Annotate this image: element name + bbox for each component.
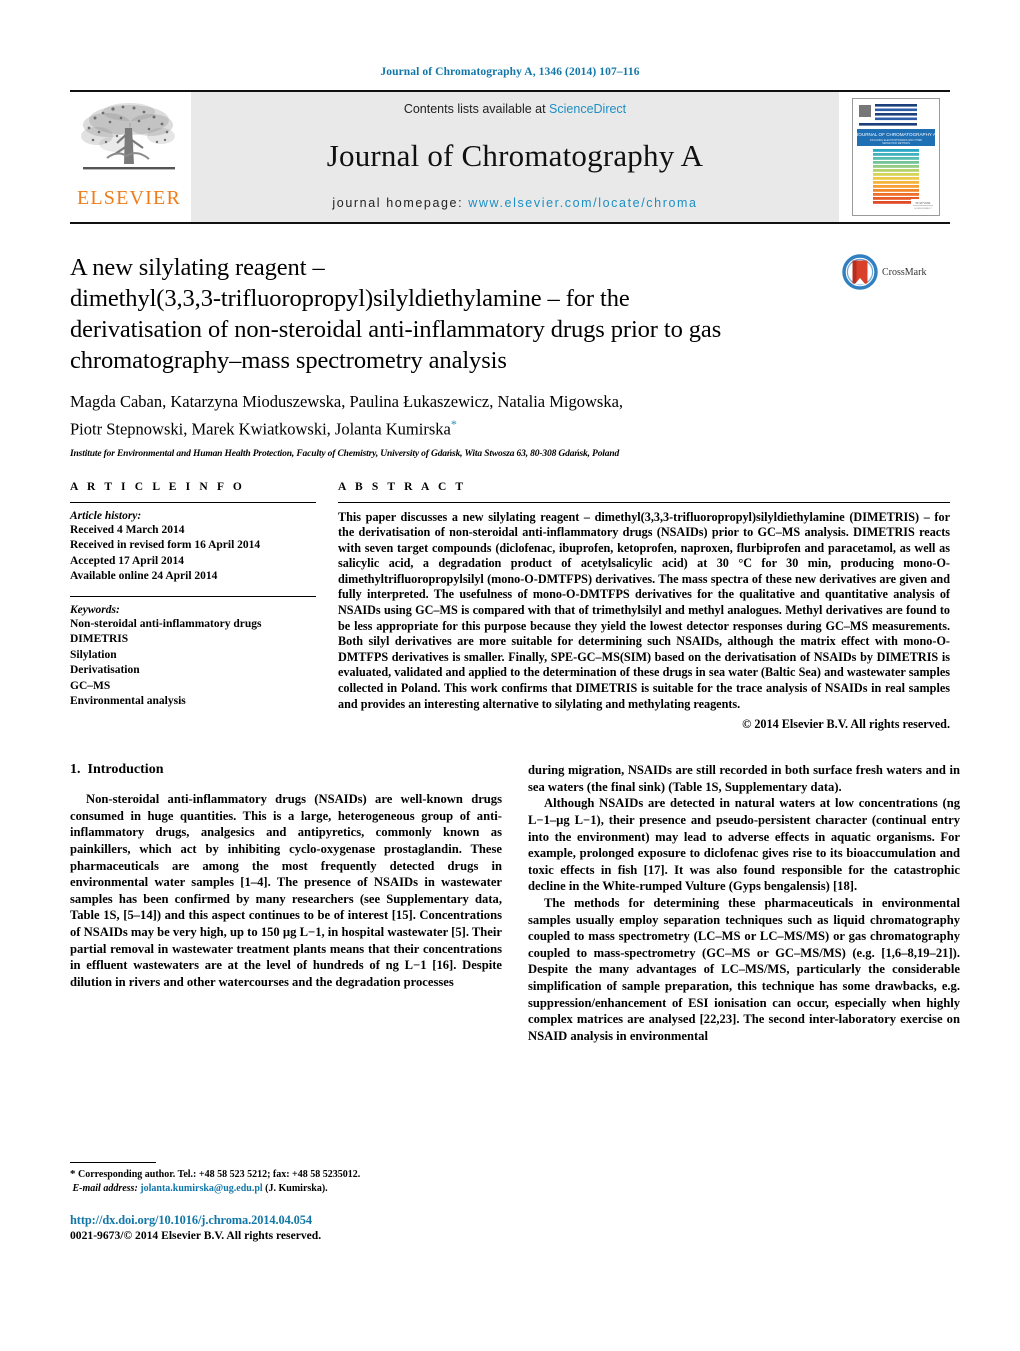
title-line-4: chromatography–mass spectrometry analysi… <box>70 347 507 374</box>
homepage-link[interactable]: www.elsevier.com/locate/chroma <box>468 196 697 210</box>
sciencedirect-banner: Contents lists available at ScienceDirec… <box>191 92 839 222</box>
article-info-column: A R T I C L E I N F O Article history: R… <box>70 481 316 733</box>
journal-cover-thumbnail: JOURNAL OF CHROMATOGRAPHY A INCLUDING EL… <box>852 98 940 216</box>
title-line-1: A new silylating reagent – <box>70 254 325 281</box>
abstract-copyright: © 2014 Elsevier B.V. All rights reserved… <box>742 717 950 732</box>
article-history-label: Article history: <box>70 509 142 522</box>
footnote-star: * <box>70 1168 76 1180</box>
doi-link[interactable]: http://dx.doi.org/10.1016/j.chroma.2014.… <box>70 1213 530 1228</box>
article-info-heading: A R T I C L E I N F O <box>70 480 245 493</box>
divider <box>70 595 316 597</box>
history-item: Available online 24 April 2014 <box>70 570 218 582</box>
svg-text:JOURNAL OF CHROMATOGRAPHY A: JOURNAL OF CHROMATOGRAPHY A <box>856 132 937 137</box>
svg-text:SCIENCEDIRECT: SCIENCEDIRECT <box>914 208 933 210</box>
elsevier-logo: ELSEVIER <box>70 92 188 222</box>
contents-prefix: Contents lists available at <box>403 102 550 116</box>
keyword-item: Environmental analysis <box>70 695 186 707</box>
journal-homepage-line: journal homepage: www.elsevier.com/locat… <box>332 196 697 210</box>
abstract-column: A B S T R A C T This paper discusses a n… <box>338 481 950 733</box>
abstract-heading: A B S T R A C T <box>338 480 467 493</box>
article-page: Journal of Chromatography A, 1346 (2014)… <box>0 0 1020 1351</box>
running-head: Journal of Chromatography A, 1346 (2014)… <box>380 66 640 78</box>
keyword-item: Derivatisation <box>70 664 140 676</box>
sciencedirect-link[interactable]: ScienceDirect <box>549 102 626 116</box>
email-link[interactable]: jolanta.kumirska@ug.edu.pl <box>140 1183 262 1194</box>
history-item: Received 4 March 2014 <box>70 523 185 536</box>
journal-cover-block: JOURNAL OF CHROMATOGRAPHY A INCLUDING EL… <box>842 92 950 222</box>
author-list: Magda Caban, Katarzyna Mioduszewska, Pau… <box>70 390 950 441</box>
contents-list-line: Contents lists available at ScienceDirec… <box>404 102 626 116</box>
issn-copyright-line: 0021-9673/© 2014 Elsevier B.V. All right… <box>70 1229 322 1242</box>
crossmark-icon <box>842 254 878 290</box>
section-heading-introduction: 1. Introduction <box>70 762 502 778</box>
email-owner: (J. Kumirska). <box>265 1182 328 1194</box>
doi-block: http://dx.doi.org/10.1016/j.chroma.2014.… <box>70 1213 530 1242</box>
title-line-3: derivatisation of non-steroidal anti-inf… <box>70 316 722 343</box>
divider <box>338 501 950 503</box>
title-line-2: dimethyl(3,3,3-trifluoropropyl)silyldiet… <box>70 285 630 312</box>
footnote-email-line: E-mail address: jolanta.kumirska@ug.edu.… <box>70 1182 502 1196</box>
elsevier-wordmark: ELSEVIER <box>76 187 182 209</box>
divider <box>70 501 316 503</box>
svg-text:ELSEVIER: ELSEVIER <box>915 201 931 205</box>
paragraph: The methods for determining these pharma… <box>528 895 960 1043</box>
keywords-label: Keywords: <box>70 603 120 616</box>
keyword-item: Non-steroidal anti-inflammatory drugs <box>70 617 262 630</box>
history-item: Accepted 17 April 2014 <box>70 554 185 567</box>
footnote-contact: * Corresponding author. Tel.: +48 58 523… <box>70 1168 502 1182</box>
body-column-right: during migration, NSAIDs are still recor… <box>528 762 960 1162</box>
page-title: A new silylating reagent – dimethyl(3,3,… <box>70 252 950 376</box>
corresponding-author-footnote: * Corresponding author. Tel.: +48 58 523… <box>70 1162 502 1195</box>
crossmark-label: CrossMark <box>882 266 927 278</box>
paragraph: Non-steroidal anti-inflammatory drugs (N… <box>70 792 502 989</box>
authors-line-1: Magda Caban, Katarzyna Mioduszewska, Pau… <box>70 392 624 411</box>
section-title: Introduction <box>87 762 164 778</box>
paragraph: Although NSAIDs are detected in natural … <box>528 796 960 894</box>
affiliation: Institute for Environmental and Human He… <box>70 448 620 459</box>
cover-artwork-icon: JOURNAL OF CHROMATOGRAPHY A INCLUDING EL… <box>853 99 939 215</box>
homepage-prefix: journal homepage: <box>332 196 469 210</box>
footnote-rule <box>70 1162 156 1163</box>
crossmark-badge[interactable]: CrossMark <box>842 254 950 290</box>
journal-title: Journal of Chromatography A <box>326 138 704 173</box>
corresponding-author-marker: * <box>450 417 457 431</box>
keyword-item: GC–MS <box>70 679 111 692</box>
section-number: 1. <box>70 762 81 778</box>
svg-text:SEPARATION METHODS: SEPARATION METHODS <box>882 142 910 145</box>
abstract-text: This paper discusses a new silylating re… <box>338 509 950 711</box>
journal-masthead: ELSEVIER Contents lists available at Sci… <box>70 90 950 224</box>
info-abstract-region: A R T I C L E I N F O Article history: R… <box>70 481 950 733</box>
title-block: A new silylating reagent – dimethyl(3,3,… <box>70 252 950 376</box>
elsevier-tree-icon <box>81 103 175 170</box>
paragraph: during migration, NSAIDs are still recor… <box>528 763 960 794</box>
body-columns: 1. Introduction Non-steroidal anti-infla… <box>70 762 960 1162</box>
authors-line-2: Piotr Stepnowski, Marek Kwiatkowski, Jol… <box>70 419 451 439</box>
history-item: Received in revised form 16 April 2014 <box>70 539 261 551</box>
keyword-item: Silylation <box>70 648 117 661</box>
email-label: E-mail address: <box>72 1182 138 1194</box>
footnote-corresponding-text: Corresponding author. Tel.: +48 58 523 5… <box>78 1169 361 1180</box>
keyword-item: DIMETRIS <box>70 633 129 645</box>
body-column-left: 1. Introduction Non-steroidal anti-infla… <box>70 762 502 1162</box>
